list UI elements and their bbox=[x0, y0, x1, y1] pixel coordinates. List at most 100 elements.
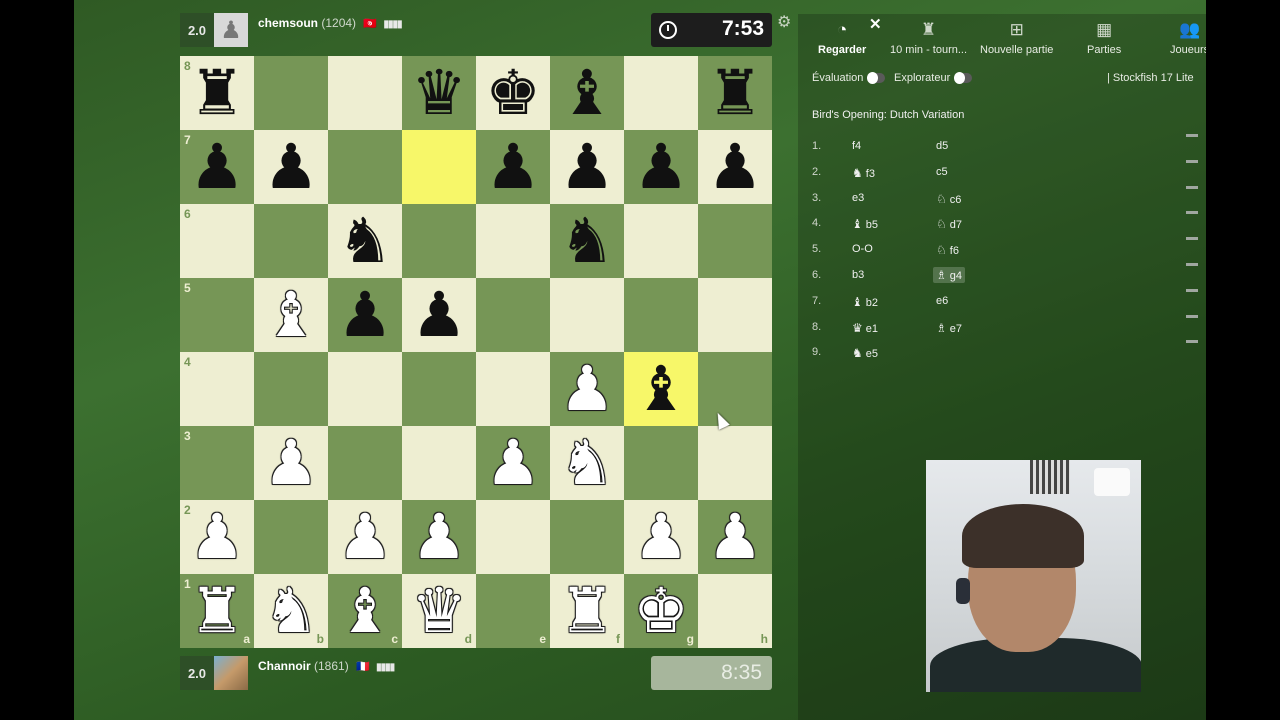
square-g5[interactable] bbox=[624, 278, 698, 352]
white-move[interactable]: f4 bbox=[852, 140, 861, 152]
white-knight-icon[interactable]: ♞ bbox=[559, 432, 615, 494]
square-h4[interactable] bbox=[698, 352, 772, 426]
square-d1[interactable]: d ♛ bbox=[402, 574, 476, 648]
square-b1[interactable]: b ♞ bbox=[254, 574, 328, 648]
black-pawn-icon[interactable]: ♟ bbox=[633, 136, 689, 198]
square-e2[interactable] bbox=[476, 500, 550, 574]
square-g6[interactable] bbox=[624, 204, 698, 278]
black-pawn-icon[interactable]: ♟ bbox=[559, 136, 615, 198]
black-move[interactable]: ♘ f6 bbox=[936, 243, 959, 257]
square-h7[interactable]: ♟ bbox=[698, 130, 772, 204]
square-f3[interactable]: ♞ bbox=[550, 426, 624, 500]
square-f4[interactable]: ♟ bbox=[550, 352, 624, 426]
square-e5[interactable] bbox=[476, 278, 550, 352]
black-move[interactable]: ♗ g4 bbox=[933, 266, 966, 283]
square-f8[interactable]: ♝ bbox=[550, 56, 624, 130]
black-move[interactable]: ♘ d7 bbox=[936, 217, 962, 231]
square-h2[interactable]: ♟ bbox=[698, 500, 772, 574]
square-a6[interactable]: 6 bbox=[180, 204, 254, 278]
square-a5[interactable]: 5 bbox=[180, 278, 254, 352]
square-b4[interactable] bbox=[254, 352, 328, 426]
square-a8[interactable]: 8 ♜ bbox=[180, 56, 254, 130]
square-c7[interactable] bbox=[328, 130, 402, 204]
bottom-player-info[interactable]: Channoir (1861) 🇫🇷 ▮▮▮▮ bbox=[258, 659, 395, 673]
black-bishop-icon[interactable]: ♝ bbox=[559, 62, 615, 124]
white-pawn-icon[interactable]: ♟ bbox=[337, 506, 393, 568]
square-e8[interactable]: ♚ bbox=[476, 56, 550, 130]
square-a7[interactable]: 7 ♟ bbox=[180, 130, 254, 204]
white-queen-icon[interactable]: ♛ bbox=[411, 580, 467, 642]
black-move[interactable]: ♘ c6 bbox=[936, 192, 961, 206]
bottom-player-avatar[interactable] bbox=[214, 656, 248, 690]
square-d2[interactable]: ♟ bbox=[402, 500, 476, 574]
white-pawn-icon[interactable]: ♟ bbox=[633, 506, 689, 568]
square-b2[interactable] bbox=[254, 500, 328, 574]
square-d3[interactable] bbox=[402, 426, 476, 500]
black-pawn-icon[interactable]: ♟ bbox=[485, 136, 541, 198]
black-move[interactable]: e6 bbox=[936, 295, 948, 307]
square-f7[interactable]: ♟ bbox=[550, 130, 624, 204]
square-g7[interactable]: ♟ bbox=[624, 130, 698, 204]
black-move[interactable]: d5 bbox=[936, 140, 948, 152]
white-pawn-icon[interactable]: ♟ bbox=[189, 506, 245, 568]
square-f6[interactable]: ♞ bbox=[550, 204, 624, 278]
square-c1[interactable]: c ♝ bbox=[328, 574, 402, 648]
square-e1[interactable]: e bbox=[476, 574, 550, 648]
white-pawn-icon[interactable]: ♟ bbox=[707, 506, 763, 568]
white-bishop-icon[interactable]: ♝ bbox=[337, 580, 393, 642]
square-g2[interactable]: ♟ bbox=[624, 500, 698, 574]
black-knight-icon[interactable]: ♞ bbox=[559, 210, 615, 272]
explorer-toggle[interactable]: Explorateur bbox=[894, 72, 973, 84]
square-b6[interactable] bbox=[254, 204, 328, 278]
white-pawn-icon[interactable]: ♟ bbox=[411, 506, 467, 568]
square-h1[interactable]: h bbox=[698, 574, 772, 648]
top-player-info[interactable]: chemsoun (1204) 🇹🇳 ▮▮▮▮ bbox=[258, 16, 402, 30]
square-h8[interactable]: ♜ bbox=[698, 56, 772, 130]
square-d4[interactable] bbox=[402, 352, 476, 426]
square-c4[interactable] bbox=[328, 352, 402, 426]
square-e7[interactable]: ♟ bbox=[476, 130, 550, 204]
gear-icon[interactable]: ⚙ bbox=[777, 12, 791, 32]
black-pawn-icon[interactable]: ♟ bbox=[189, 136, 245, 198]
white-move[interactable]: e3 bbox=[852, 192, 864, 204]
white-move[interactable]: ♛ e1 bbox=[852, 321, 878, 335]
white-bishop-icon[interactable]: ♝ bbox=[263, 284, 319, 346]
top-player-name[interactable]: chemsoun bbox=[258, 16, 318, 30]
explorer-switch[interactable] bbox=[954, 72, 973, 84]
square-b5[interactable]: ♝ bbox=[254, 278, 328, 352]
square-d7[interactable] bbox=[402, 130, 476, 204]
square-f2[interactable] bbox=[550, 500, 624, 574]
white-move[interactable]: ♞ f3 bbox=[852, 166, 875, 180]
white-king-icon[interactable]: ♚ bbox=[633, 580, 689, 642]
evaluation-toggle[interactable]: Évaluation bbox=[812, 72, 886, 84]
square-g8[interactable] bbox=[624, 56, 698, 130]
black-move[interactable]: c5 bbox=[936, 166, 948, 178]
evaluation-switch[interactable] bbox=[867, 72, 886, 84]
black-rook-icon[interactable]: ♜ bbox=[707, 62, 763, 124]
black-knight-icon[interactable]: ♞ bbox=[337, 210, 393, 272]
top-player-avatar[interactable]: ♟ bbox=[214, 13, 248, 47]
square-g1[interactable]: g ♚ bbox=[624, 574, 698, 648]
tab-new-game[interactable]: ⊞ Nouvelle partie bbox=[980, 20, 1053, 56]
square-f5[interactable] bbox=[550, 278, 624, 352]
square-c6[interactable]: ♞ bbox=[328, 204, 402, 278]
tab-games[interactable]: ▦ Parties bbox=[1087, 20, 1121, 56]
square-a3[interactable]: 3 bbox=[180, 426, 254, 500]
black-pawn-icon[interactable]: ♟ bbox=[263, 136, 319, 198]
square-e4[interactable] bbox=[476, 352, 550, 426]
square-h3[interactable] bbox=[698, 426, 772, 500]
square-b7[interactable]: ♟ bbox=[254, 130, 328, 204]
black-king-icon[interactable]: ♚ bbox=[485, 62, 541, 124]
square-g4[interactable]: ♝ bbox=[624, 352, 698, 426]
square-c2[interactable]: ♟ bbox=[328, 500, 402, 574]
square-b8[interactable] bbox=[254, 56, 328, 130]
white-pawn-icon[interactable]: ♟ bbox=[559, 358, 615, 420]
square-a2[interactable]: 2 ♟ bbox=[180, 500, 254, 574]
bottom-player-name[interactable]: Channoir bbox=[258, 659, 311, 673]
engine-label[interactable]: | Stockfish 17 Lite bbox=[1107, 72, 1194, 84]
square-h5[interactable] bbox=[698, 278, 772, 352]
square-d8[interactable]: ♛ bbox=[402, 56, 476, 130]
black-pawn-icon[interactable]: ♟ bbox=[707, 136, 763, 198]
black-pawn-icon[interactable]: ♟ bbox=[337, 284, 393, 346]
black-rook-icon[interactable]: ♜ bbox=[189, 62, 245, 124]
